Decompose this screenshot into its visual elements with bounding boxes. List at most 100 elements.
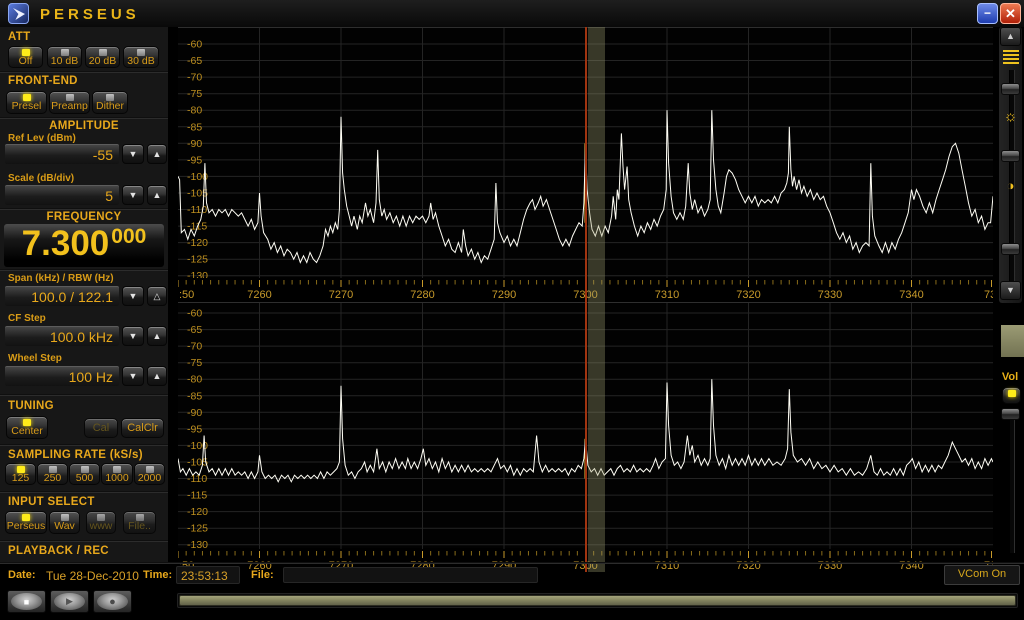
wheel-step-down-button[interactable]: ▼	[122, 366, 144, 386]
svg-text:-110: -110	[187, 204, 207, 216]
vcom-status[interactable]: VCom On	[944, 565, 1020, 585]
brightness-sun-icon: ☼	[999, 108, 1022, 125]
svg-text::50: :50	[179, 289, 194, 301]
volume-label: Vol	[996, 371, 1024, 383]
frequency-display[interactable]: 7.300 000	[4, 224, 164, 267]
perseus-app-window: { "window": {"title": "PERSEUS"}, "icons…	[0, 0, 1024, 620]
svg-text:-60: -60	[187, 308, 202, 320]
span-down-button[interactable]: ▼	[122, 286, 144, 306]
volume-mute-button[interactable]	[1002, 387, 1021, 404]
separator	[0, 540, 168, 542]
rate-250-button[interactable]: 250	[37, 463, 68, 485]
svg-text:-75: -75	[187, 357, 202, 369]
spectrum-gain-slider-handle[interactable]	[1001, 83, 1020, 95]
contrast-slider-handle[interactable]	[1001, 243, 1020, 255]
volume-slider-track[interactable]	[1009, 408, 1015, 553]
input-file-button[interactable]: File..	[123, 511, 156, 534]
span-input[interactable]: 100.0 / 122.1	[5, 286, 119, 306]
att-20db-button[interactable]: 20 dB	[85, 46, 120, 68]
palette-icon	[1003, 50, 1019, 66]
svg-text:-105: -105	[187, 188, 208, 200]
input-wav-button[interactable]: Wav	[49, 511, 80, 534]
ref-lev-up-button[interactable]: ▲	[147, 144, 167, 164]
frequency-hz-digits[interactable]: 000	[111, 224, 146, 250]
upper-spectrum-plot[interactable]: -60-65-70-75-80-85-90-95-100-105-110-115…	[178, 27, 993, 277]
calclr-button[interactable]: CalClr	[121, 418, 164, 438]
scroll-up-button[interactable]: ▲	[1000, 27, 1021, 46]
svg-text:-95: -95	[187, 423, 202, 435]
att-10db-button[interactable]: 10 dB	[47, 46, 82, 68]
triangle-down-icon: ▼	[129, 371, 138, 381]
svg-text:-120: -120	[187, 506, 208, 518]
svg-text:-125: -125	[187, 254, 208, 266]
cal-button[interactable]: Cal	[84, 418, 118, 438]
input-www-button[interactable]: www	[86, 511, 116, 534]
time-label: Time:	[143, 569, 172, 581]
cf-step-down-button[interactable]: ▼	[122, 326, 144, 346]
stop-icon: ■	[24, 597, 29, 607]
rate-1000-button[interactable]: 1000	[101, 463, 133, 485]
level-indicator-block	[1001, 325, 1024, 357]
play-button[interactable]: ▶	[50, 590, 89, 613]
triangle-up-icon: ▲	[153, 149, 162, 159]
wheel-step-input[interactable]: 100 Hz	[5, 366, 119, 386]
span-up-button[interactable]: △	[147, 286, 167, 306]
rate-2000-button[interactable]: 2000	[134, 463, 165, 485]
tuning-center-button[interactable]: Center	[6, 416, 48, 439]
svg-text:7310: 7310	[655, 289, 679, 301]
ref-lev-down-button[interactable]: ▼	[122, 144, 144, 164]
minimize-button[interactable]: −	[977, 3, 998, 24]
frontend-section-header: FRONT-END	[8, 75, 78, 87]
scroll-down-button[interactable]: ▼	[1000, 281, 1021, 300]
cf-step-label: CF Step	[8, 313, 46, 324]
record-button[interactable]: ●	[93, 590, 132, 613]
triangle-down-icon: ▼	[129, 291, 138, 301]
input-select-section-header: INPUT SELECT	[8, 496, 95, 508]
lower-spectrum-plot[interactable]: -60-65-70-75-80-85-90-95-100-105-110-115…	[178, 302, 993, 548]
brightness-slider-handle[interactable]	[1001, 150, 1020, 162]
svg-text:-65: -65	[187, 55, 202, 67]
svg-text:7300: 7300	[573, 289, 597, 301]
svg-text:7290: 7290	[492, 289, 516, 301]
frequency-mhz-digits[interactable]: 7.300	[22, 224, 110, 264]
svg-text:-80: -80	[187, 105, 202, 117]
separator	[0, 208, 168, 210]
triangle-down-icon: ▼	[129, 149, 138, 159]
close-button[interactable]: ✕	[1000, 3, 1021, 24]
cf-step-input[interactable]: 100.0 kHz	[5, 326, 119, 346]
frequency-axis-mid: :507260727072807290730073107320733073407…	[178, 277, 993, 302]
att-30db-button[interactable]: 30 dB	[123, 46, 159, 68]
input-perseus-button[interactable]: Perseus	[5, 511, 47, 534]
presel-button[interactable]: Presel	[6, 91, 47, 114]
separator	[0, 117, 168, 119]
svg-text:-60: -60	[187, 39, 202, 51]
svg-text:-85: -85	[187, 390, 202, 402]
svg-text:-80: -80	[187, 374, 202, 386]
play-icon: ▶	[66, 596, 73, 607]
date-label: Date:	[8, 569, 36, 581]
rate-500-button[interactable]: 500	[69, 463, 100, 485]
sampling-rate-section-header: SAMPLING RATE (kS/s)	[8, 449, 143, 461]
separator	[0, 562, 1024, 564]
cf-step-up-button[interactable]: ▲	[147, 326, 167, 346]
separator	[0, 269, 168, 271]
triangle-down-icon: ▼	[1006, 285, 1015, 295]
span-rbw-label: Span (kHz) / RBW (Hz)	[8, 273, 114, 284]
stop-button[interactable]: ■	[7, 590, 46, 613]
scale-down-button[interactable]: ▼	[122, 185, 144, 205]
ref-lev-label: Ref Lev (dBm)	[8, 133, 76, 144]
separator	[0, 394, 168, 396]
wheel-step-up-button[interactable]: ▲	[147, 366, 167, 386]
preamp-button[interactable]: Preamp	[49, 91, 90, 114]
svg-text:73: 73	[984, 289, 993, 301]
att-off-button[interactable]: Off	[8, 46, 43, 68]
scale-input[interactable]: 5	[5, 185, 119, 205]
wheel-step-label: Wheel Step	[8, 353, 62, 364]
ref-lev-input[interactable]: -55	[5, 144, 119, 164]
dither-button[interactable]: Dither	[92, 91, 128, 114]
scale-up-button[interactable]: ▲	[147, 185, 167, 205]
svg-text:-85: -85	[187, 121, 202, 133]
volume-slider-handle[interactable]	[1001, 408, 1020, 420]
rate-125-button[interactable]: 125	[5, 463, 36, 485]
tuning-scrollbar-thumb[interactable]	[179, 595, 1016, 606]
